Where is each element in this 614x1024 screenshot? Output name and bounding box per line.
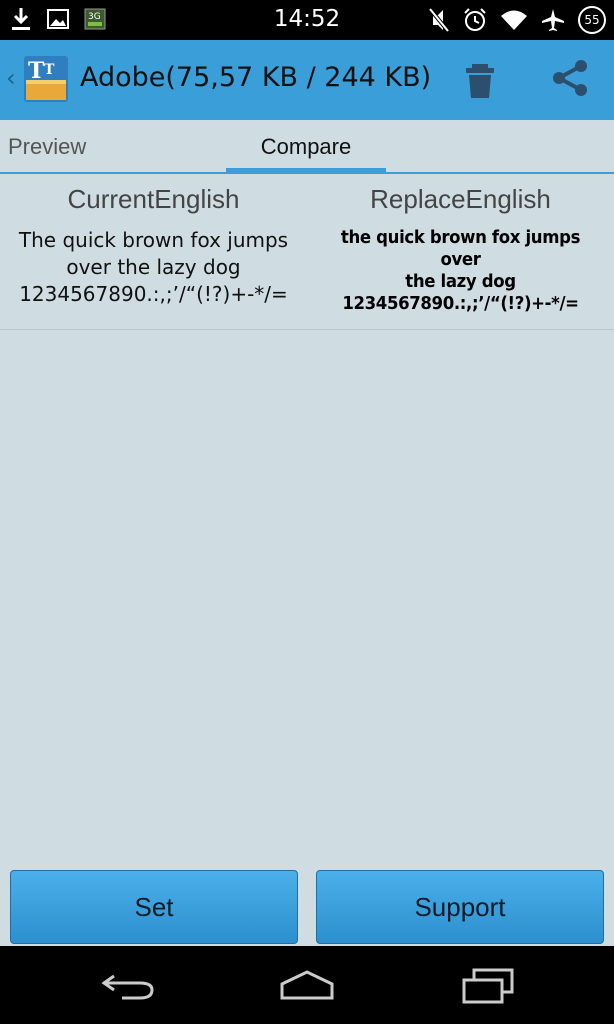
current-font-sample: The quick brown fox jumps over the lazy …	[0, 227, 307, 308]
svg-text:T: T	[44, 62, 55, 78]
recent-apps-icon[interactable]	[460, 968, 516, 1004]
app-logo-icon[interactable]: T T	[22, 52, 70, 104]
replace-font-title: ReplaceEnglish	[370, 184, 551, 214]
page-title: Adobe(75,57 KB / 244 KB)	[80, 62, 432, 93]
alarm-icon	[464, 8, 486, 31]
tab-preview[interactable]: Preview	[8, 134, 86, 160]
replace-sample-line-2: the lazy dog	[405, 271, 516, 292]
current-font-column: CurrentEnglish The quick brown fox jumps…	[0, 184, 307, 308]
current-font-title: CurrentEnglish	[67, 184, 240, 214]
status-bar: 3G 14:52 55	[0, 0, 614, 40]
back-chevron-icon[interactable]: ‹	[6, 64, 16, 92]
svg-text:T: T	[28, 58, 45, 84]
tab-compare[interactable]: Compare	[226, 134, 386, 160]
replace-sample-line-1: the quick brown fox jumps over	[340, 227, 581, 270]
current-sample-line-1: The quick brown fox jumps	[18, 228, 289, 252]
battery-indicator: 55	[578, 6, 606, 34]
current-sample-line-3: 1234567890.:,;’/“(!?)+-*/=	[19, 282, 288, 306]
compare-panel: CurrentEnglish The quick brown fox jumps…	[0, 174, 614, 330]
airplane-icon	[542, 9, 564, 31]
home-icon[interactable]	[278, 968, 336, 1002]
replace-font-column: ReplaceEnglish the quick brown fox jumps…	[307, 184, 614, 315]
replace-font-sample: the quick brown fox jumps over the lazy …	[319, 227, 601, 315]
status-right-icons: 55	[428, 6, 606, 34]
mute-icon	[428, 7, 450, 33]
wifi-icon	[501, 10, 527, 30]
replace-sample-line-3: 1234567890.:,;’/“(!?)+-*/=	[342, 293, 579, 314]
action-bar: ‹ T T Adobe(75,57 KB / 244 KB)	[0, 40, 614, 120]
compare-content: CurrentEnglish The quick brown fox jumps…	[0, 174, 614, 946]
delete-icon[interactable]	[460, 58, 500, 102]
support-button[interactable]: Support	[316, 870, 604, 944]
back-icon[interactable]	[100, 968, 156, 1002]
navigation-bar	[0, 946, 614, 1024]
set-button[interactable]: Set	[10, 870, 298, 944]
current-sample-line-2: over the lazy dog	[66, 255, 241, 279]
share-icon[interactable]	[548, 56, 592, 100]
tab-bar: Preview Compare	[0, 120, 614, 174]
